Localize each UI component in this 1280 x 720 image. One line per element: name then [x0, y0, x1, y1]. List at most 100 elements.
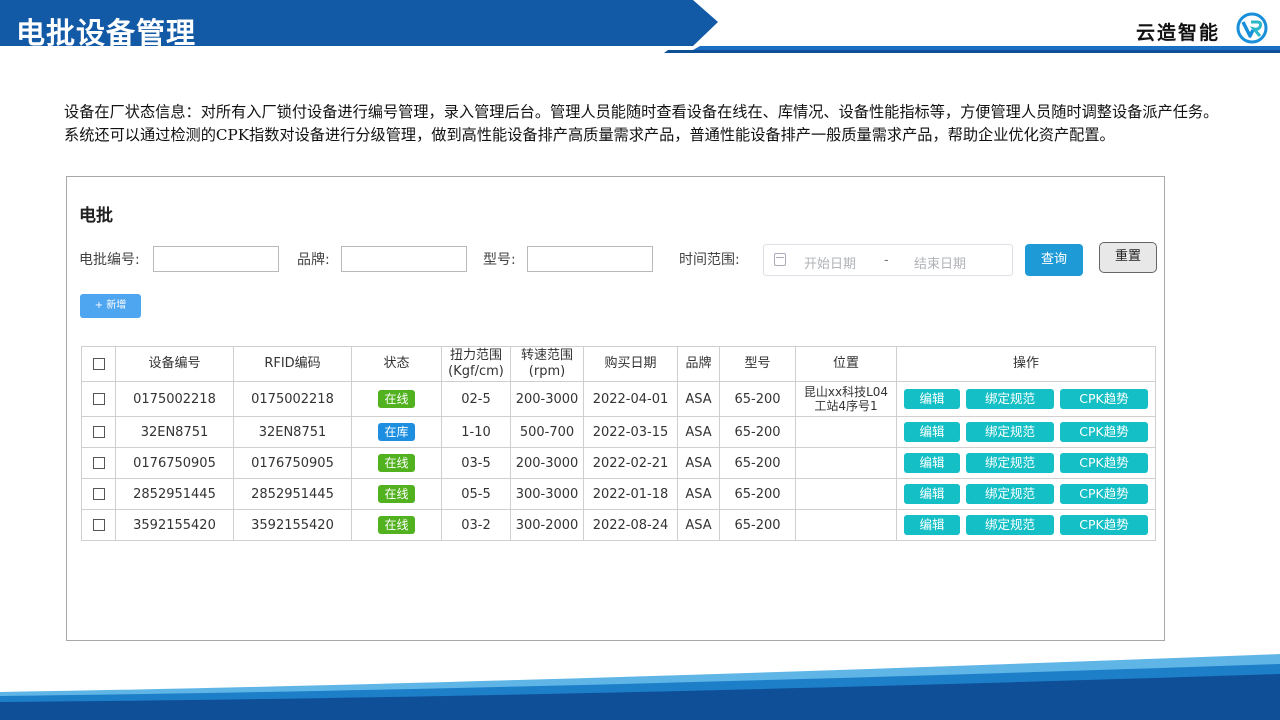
cpk-trend-button[interactable]: CPK趋势: [1060, 515, 1148, 535]
col-torque: 扭力范围 (Kgf/cm): [441, 346, 511, 382]
cell-brand: ASA: [677, 447, 720, 479]
col-date: 购买日期: [583, 346, 678, 382]
select-all-checkbox[interactable]: [92, 357, 105, 370]
cell-model: 65-200: [719, 381, 796, 417]
row-checkbox[interactable]: [92, 488, 105, 500]
row-checkbox[interactable]: [92, 393, 105, 405]
reset-button[interactable]: 重置: [1099, 242, 1157, 273]
cell-brand: ASA: [677, 416, 720, 448]
cell-position: [795, 509, 897, 541]
edit-button[interactable]: 编辑: [904, 389, 960, 409]
col-brand: 品牌: [677, 346, 720, 382]
cell-brand: ASA: [677, 381, 720, 417]
cell-date: 2022-03-15: [583, 416, 678, 448]
cell-status: 在线: [351, 509, 442, 541]
status-badge: 在线: [378, 485, 415, 503]
add-button[interactable]: + 新增: [80, 294, 141, 318]
bind-spec-button[interactable]: 绑定规范: [966, 515, 1054, 535]
footer-wave: [0, 654, 1280, 720]
date-range-picker[interactable]: 开始日期 - 结束日期: [763, 244, 1013, 276]
row-select-cell: [81, 478, 116, 510]
cell-actions: 编辑 绑定规范 CPK趋势: [896, 509, 1156, 541]
cell-code: 32EN8751: [115, 416, 234, 448]
status-badge: 在线: [378, 390, 415, 408]
code-filter-input[interactable]: [153, 246, 279, 272]
bind-spec-button[interactable]: 绑定规范: [966, 484, 1054, 504]
edit-button[interactable]: 编辑: [904, 453, 960, 473]
cell-torque: 03-2: [441, 509, 511, 541]
cell-code: 2852951445: [115, 478, 234, 510]
position-line-2: 工站4序号1: [814, 399, 878, 413]
cell-model: 65-200: [719, 509, 796, 541]
cell-torque: 03-5: [441, 447, 511, 479]
cell-actions: 编辑 绑定规范 CPK趋势: [896, 447, 1156, 479]
edit-button[interactable]: 编辑: [904, 484, 960, 504]
col-speed: 转速范围 (rpm): [510, 346, 584, 382]
col-speed-unit: (rpm): [528, 364, 566, 379]
bind-spec-button[interactable]: 绑定规范: [966, 389, 1054, 409]
row-checkbox[interactable]: [92, 457, 105, 469]
row-checkbox[interactable]: [92, 519, 105, 531]
bind-spec-button[interactable]: 绑定规范: [966, 453, 1054, 473]
col-position: 位置: [795, 346, 897, 382]
col-code: 设备编号: [115, 346, 234, 382]
calendar-icon: [774, 253, 786, 266]
edit-button[interactable]: 编辑: [904, 515, 960, 535]
device-table: 设备编号 RFID编码 状态 扭力范围 (Kgf/cm) 转速范围 (rpm) …: [81, 346, 1156, 541]
bind-spec-button[interactable]: 绑定规范: [966, 422, 1054, 442]
cell-date: 2022-02-21: [583, 447, 678, 479]
cell-speed: 300-2000: [510, 509, 584, 541]
cell-rfid: 32EN8751: [233, 416, 352, 448]
end-date-placeholder[interactable]: 结束日期: [914, 253, 966, 272]
cpk-trend-button[interactable]: CPK趋势: [1060, 484, 1148, 504]
query-button[interactable]: 查询: [1025, 244, 1083, 276]
table-row: 0175002218 0175002218 在线 02-5 200-3000 2…: [81, 381, 1156, 417]
status-badge: 在线: [378, 516, 415, 534]
position-line-1: 昆山xx科技L04: [803, 385, 889, 399]
col-model: 型号: [719, 346, 796, 382]
row-checkbox[interactable]: [92, 426, 105, 438]
cell-torque: 02-5: [441, 381, 511, 417]
cell-status: 在线: [351, 447, 442, 479]
time-range-label: 时间范围:: [679, 252, 740, 268]
cell-position: 昆山xx科技L04 工站4序号1: [795, 381, 897, 417]
cell-status: 在库: [351, 416, 442, 448]
cell-code: 0176750905: [115, 447, 234, 479]
col-torque-unit: (Kgf/cm): [448, 364, 504, 379]
model-filter-input[interactable]: [527, 246, 653, 272]
brand-filter-label: 品牌:: [297, 252, 330, 268]
table-row: 0176750905 0176750905 在线 03-5 200-3000 2…: [81, 447, 1156, 479]
cell-date: 2022-04-01: [583, 381, 678, 417]
cell-torque: 1-10: [441, 416, 511, 448]
cpk-trend-button[interactable]: CPK趋势: [1060, 422, 1148, 442]
brand-filter-input[interactable]: [341, 246, 467, 272]
model-filter-label: 型号:: [483, 252, 516, 268]
row-select-cell: [81, 447, 116, 479]
cell-speed: 300-3000: [510, 478, 584, 510]
brand-logo-icon: [1236, 12, 1268, 44]
table-header-row: 设备编号 RFID编码 状态 扭力范围 (Kgf/cm) 转速范围 (rpm) …: [81, 346, 1156, 382]
select-all-cell: [81, 346, 116, 382]
cell-code: 3592155420: [115, 509, 234, 541]
edit-button[interactable]: 编辑: [904, 422, 960, 442]
col-torque-label: 扭力范围: [449, 348, 502, 363]
cell-model: 65-200: [719, 416, 796, 448]
cell-position: [795, 478, 897, 510]
cpk-trend-button[interactable]: CPK趋势: [1060, 453, 1148, 473]
row-select-cell: [81, 381, 116, 417]
brand-name: 云造智能: [1136, 22, 1221, 44]
start-date-placeholder[interactable]: 开始日期: [804, 253, 856, 272]
cell-brand: ASA: [677, 478, 720, 510]
cell-actions: 编辑 绑定规范 CPK趋势: [896, 381, 1156, 417]
cpk-trend-button[interactable]: CPK趋势: [1060, 389, 1148, 409]
cell-torque: 05-5: [441, 478, 511, 510]
cell-model: 65-200: [719, 478, 796, 510]
row-select-cell: [81, 509, 116, 541]
row-select-cell: [81, 416, 116, 448]
status-badge: 在库: [378, 423, 415, 441]
cell-brand: ASA: [677, 509, 720, 541]
page-title: 电批设备管理: [16, 16, 197, 50]
cell-position: [795, 416, 897, 448]
col-status: 状态: [351, 346, 442, 382]
cell-actions: 编辑 绑定规范 CPK趋势: [896, 478, 1156, 510]
